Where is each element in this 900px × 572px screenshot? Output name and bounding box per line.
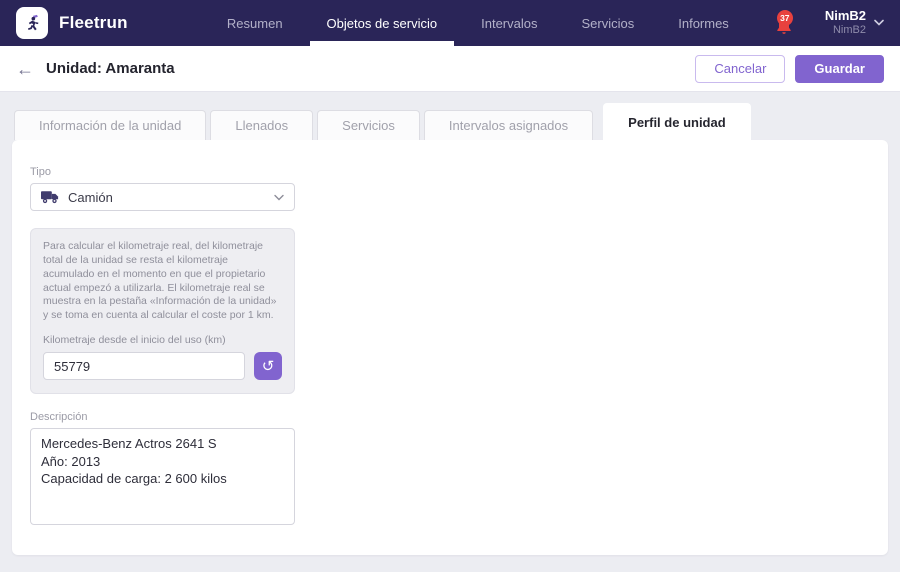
notification-count-badge: 37 [776,10,793,26]
mileage-help-text: Para calcular el kilometraje real, del k… [43,240,277,322]
content-area: Información de la unidad Llenados Servic… [0,92,900,572]
description-block: Descripción Mercedes-Benz Actros 2641 S … [30,411,870,530]
nav-item-objetos-de-servicio[interactable]: Objetos de servicio [309,0,454,46]
tab-perfil-de-unidad[interactable]: Perfil de unidad [603,103,751,140]
nav-item-informes[interactable]: Informes [667,0,740,46]
page-toolbar: ← Unidad: Amaranta Cancelar Guardar [0,46,900,92]
type-label: Tipo [30,166,51,178]
cancel-button[interactable]: Cancelar [695,54,786,83]
tab-servicios[interactable]: Servicios [317,110,420,140]
reset-mileage-button[interactable]: ↺ [254,352,282,381]
tab-bar: Información de la unidad Llenados Servic… [12,92,888,140]
tab-llenados[interactable]: Llenados [210,110,314,140]
user-menu[interactable]: NimB2 NimB2 [824,8,884,37]
fleetrun-logo-icon [16,7,48,39]
mileage-row: ↺ [43,352,282,381]
description-label: Descripción [30,411,88,424]
mileage-label: Kilometraje desde el inicio del uso (km) [43,334,226,347]
unit-profile-panel: Tipo Camión Para calcular el kilometraje… [12,140,888,555]
brand: Fleetrun [16,7,128,39]
toolbar-actions: Cancelar Guardar [695,54,884,83]
tab-intervalos-asignados[interactable]: Intervalos asignados [423,110,594,140]
type-select[interactable]: Camión [30,183,295,211]
user-account: NimB2 [832,24,866,37]
user-names: NimB2 NimB2 [824,8,866,37]
page-title: Unidad: Amaranta [46,60,175,77]
user-name: NimB2 [824,8,866,24]
tab-informacion-de-la-unidad[interactable]: Información de la unidad [14,110,207,140]
nav-item-servicios[interactable]: Servicios [570,0,645,46]
type-select-value: Camión [68,189,113,205]
main-nav: Resumen Objetos de servicio Intervalos S… [205,0,751,46]
notifications-bell-icon[interactable]: 37 [773,10,797,36]
back-arrow-icon[interactable]: ← [16,60,34,78]
chevron-down-icon [274,194,284,201]
save-button[interactable]: Guardar [795,54,884,83]
mileage-help-box: Para calcular el kilometraje real, del k… [30,228,295,395]
nav-item-resumen[interactable]: Resumen [216,0,294,46]
description-textarea[interactable]: Mercedes-Benz Actros 2641 S Año: 2013 Ca… [30,428,295,526]
mileage-input[interactable] [43,352,245,381]
truck-icon [41,190,59,204]
brand-name: Fleetrun [59,13,128,32]
undo-icon: ↺ [261,357,275,375]
chevron-down-icon [874,19,884,27]
nav-item-intervalos[interactable]: Intervalos [470,0,548,46]
app-window: Fleetrun Resumen Objetos de servicio Int… [0,0,900,572]
top-nav-bar: Fleetrun Resumen Objetos de servicio Int… [0,0,900,46]
